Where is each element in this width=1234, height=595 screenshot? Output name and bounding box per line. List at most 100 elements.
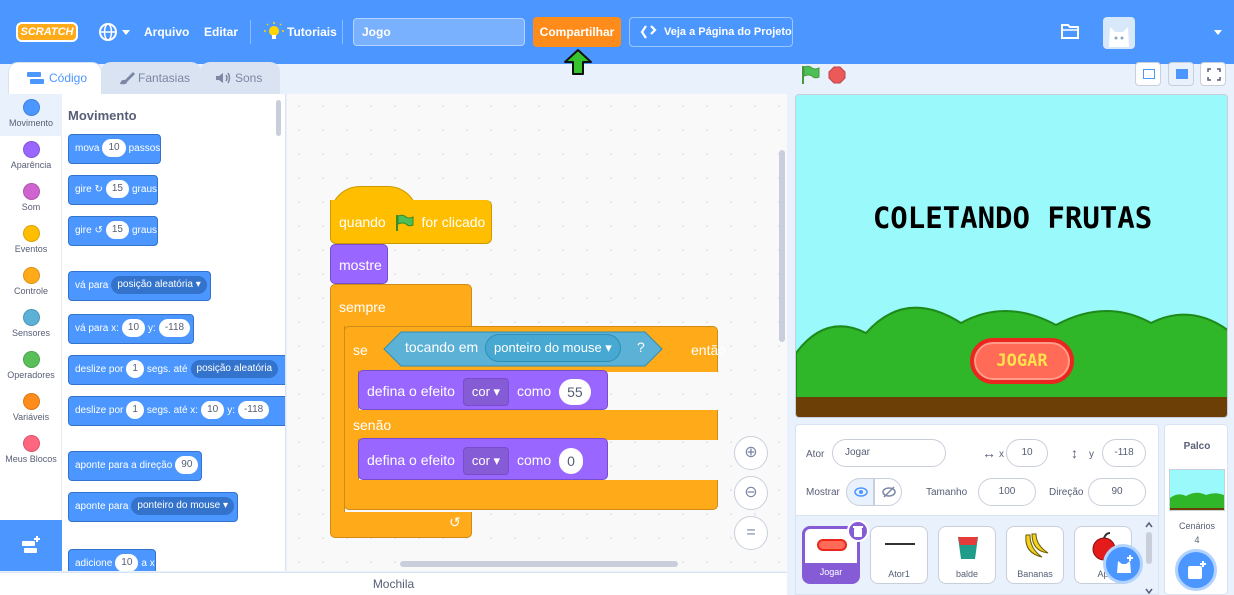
set-effect-block-1[interactable]: defina o efeito cor ▾ como 55 xyxy=(358,370,608,410)
show-sprite-button[interactable] xyxy=(846,478,874,506)
hide-sprite-button[interactable] xyxy=(874,478,902,506)
category-looks[interactable]: Aparência xyxy=(0,136,62,178)
goto-dropdown[interactable]: posição aleatória ▾ xyxy=(111,276,207,295)
category-sound[interactable]: Som xyxy=(0,178,62,220)
sprite-list-scrollbar[interactable] xyxy=(1143,519,1155,595)
block-point-direction[interactable]: aponte para a direção 90 xyxy=(68,451,203,481)
y-input[interactable]: -118 xyxy=(1102,439,1146,467)
show-block[interactable]: mostre xyxy=(330,244,388,284)
effect-value-input-1[interactable]: 55 xyxy=(559,379,591,406)
play-button-sprite[interactable]: JOGAR xyxy=(970,338,1074,384)
lightbulb-icon[interactable] xyxy=(264,22,284,42)
scratch-logo[interactable]: SCRATCH xyxy=(16,22,78,42)
block-text: ? xyxy=(637,339,645,355)
block-input[interactable]: 10 xyxy=(201,401,225,420)
my-stuff-folder-icon[interactable] xyxy=(1060,22,1080,40)
sprite-thumb-bananas[interactable]: Bananas xyxy=(1006,526,1064,584)
forever-block[interactable]: sempre xyxy=(330,284,472,328)
when-flag-clicked-block[interactable]: quando for clicado xyxy=(330,200,492,244)
else-section[interactable]: senão xyxy=(344,410,718,440)
direction-input[interactable]: 90 xyxy=(1088,478,1146,506)
touching-block[interactable]: tocando em ponteiro do mouse ▾ ? xyxy=(383,331,663,367)
set-effect-block-2[interactable]: defina o efeito cor ▾ como 0 xyxy=(358,438,608,480)
edit-menu[interactable]: Editar xyxy=(204,22,238,42)
see-project-page-button[interactable]: Veja a Página do Projeto xyxy=(629,17,793,47)
code-icon xyxy=(27,72,44,84)
effect-value-input-2[interactable]: 0 xyxy=(559,448,583,475)
effect-dropdown-2[interactable]: cor ▾ xyxy=(462,447,510,476)
globe-icon[interactable] xyxy=(98,22,118,42)
fullscreen-button[interactable] xyxy=(1200,62,1226,86)
block-input[interactable]: 1 xyxy=(126,401,144,420)
block-move-steps[interactable]: mova 10 passos xyxy=(68,134,162,164)
tab-costumes[interactable]: Fantasias xyxy=(101,62,201,94)
project-title-input[interactable]: Jogo xyxy=(353,18,525,46)
delete-sprite-button[interactable] xyxy=(847,520,869,542)
block-input[interactable]: -118 xyxy=(158,319,191,338)
block-turn-right[interactable]: gire ↻ 15 graus xyxy=(68,175,158,205)
category-operators[interactable]: Operadores xyxy=(0,346,62,388)
sprite-thumb-balde[interactable]: balde xyxy=(938,526,996,584)
zoom-out-button[interactable]: ⊖ xyxy=(734,476,768,510)
add-backdrop-button[interactable] xyxy=(1175,549,1217,591)
x-input[interactable]: 10 xyxy=(1006,439,1048,467)
tutorials-menu[interactable]: Tutoriais xyxy=(287,22,337,42)
language-caret-icon[interactable] xyxy=(122,30,130,35)
menu-divider xyxy=(250,20,251,44)
add-sprite-button[interactable] xyxy=(1103,544,1143,584)
dropdown-value: cor xyxy=(471,453,490,469)
point-towards-dropdown[interactable]: ponteiro do mouse ▾ xyxy=(131,497,235,516)
large-stage-button[interactable] xyxy=(1168,62,1194,86)
backpack[interactable]: Mochila xyxy=(0,572,787,595)
script-area[interactable]: quando for clicado mostre sempre ↺ se en… xyxy=(287,94,787,571)
block-input[interactable]: 10 xyxy=(102,139,126,158)
glide-dropdown[interactable]: posição aleatória xyxy=(190,360,279,379)
sprite-thumb-ator1[interactable]: Ator1 xyxy=(870,526,928,584)
share-button[interactable]: Compartilhar xyxy=(533,17,621,47)
add-extension-button[interactable] xyxy=(0,520,62,571)
tab-code[interactable]: Código xyxy=(8,62,102,94)
green-flag-button[interactable] xyxy=(799,64,821,86)
block-text: for clicado xyxy=(421,214,486,230)
block-change-x[interactable]: adicione 10 a x xyxy=(68,549,156,571)
effect-dropdown-1[interactable]: cor ▾ xyxy=(462,378,510,407)
script-horizontal-scrollbar[interactable] xyxy=(400,561,678,567)
block-input[interactable]: 10 xyxy=(121,319,146,338)
block-goto[interactable]: vá para posição aleatória ▾ xyxy=(68,271,211,301)
block-input[interactable]: 90 xyxy=(175,456,199,475)
block-input[interactable]: 10 xyxy=(115,554,139,571)
size-input[interactable]: 100 xyxy=(978,478,1036,506)
category-sensing[interactable]: Sensores xyxy=(0,304,62,346)
block-input[interactable]: 1 xyxy=(126,360,144,379)
block-turn-left[interactable]: gire ↺ 15 graus xyxy=(68,216,158,246)
script-vertical-scrollbar[interactable] xyxy=(779,150,785,342)
user-avatar[interactable] xyxy=(1103,17,1135,49)
stage-target-panel[interactable]: Palco Cenários 4 xyxy=(1164,424,1228,595)
block-point-towards[interactable]: aponte para ponteiro do mouse ▾ xyxy=(68,492,239,522)
stage[interactable]: COLETANDO FRUTAS JOGAR xyxy=(795,94,1228,418)
small-stage-button[interactable] xyxy=(1135,62,1161,86)
category-control[interactable]: Controle xyxy=(0,262,62,304)
block-text: aponte para a direção xyxy=(75,460,173,471)
file-menu[interactable]: Arquivo xyxy=(144,22,189,42)
stop-button[interactable] xyxy=(828,66,846,84)
category-variables[interactable]: Variáveis xyxy=(0,388,62,430)
tab-sounds[interactable]: Sons xyxy=(200,62,280,94)
forever-bottom[interactable]: ↺ xyxy=(330,512,472,538)
block-glide-to[interactable]: deslize por 1 segs. até posição aleatória xyxy=(68,355,285,385)
palette-scrollbar[interactable] xyxy=(276,100,281,136)
category-events[interactable]: Eventos xyxy=(0,220,62,262)
stage-thumbnail[interactable] xyxy=(1169,469,1225,511)
account-caret-icon[interactable] xyxy=(1214,30,1222,35)
zoom-in-button[interactable]: ⊕ xyxy=(734,436,768,470)
category-my-blocks[interactable]: Meus Blocos xyxy=(0,430,62,472)
category-motion[interactable]: Movimento xyxy=(0,94,62,136)
block-glide-xy[interactable]: deslize por 1 segs. até x: 10 y: -118 xyxy=(68,396,285,426)
touching-dropdown[interactable]: ponteiro do mouse ▾ xyxy=(485,334,621,362)
zoom-reset-button[interactable]: = xyxy=(734,516,768,550)
sprite-name-input[interactable]: Jogar xyxy=(832,439,946,467)
block-goto-xy[interactable]: vá para x: 10 y: -118 xyxy=(68,314,195,344)
block-input[interactable]: 15 xyxy=(105,180,129,199)
block-input[interactable]: -118 xyxy=(237,401,270,420)
block-input[interactable]: 15 xyxy=(105,221,129,240)
